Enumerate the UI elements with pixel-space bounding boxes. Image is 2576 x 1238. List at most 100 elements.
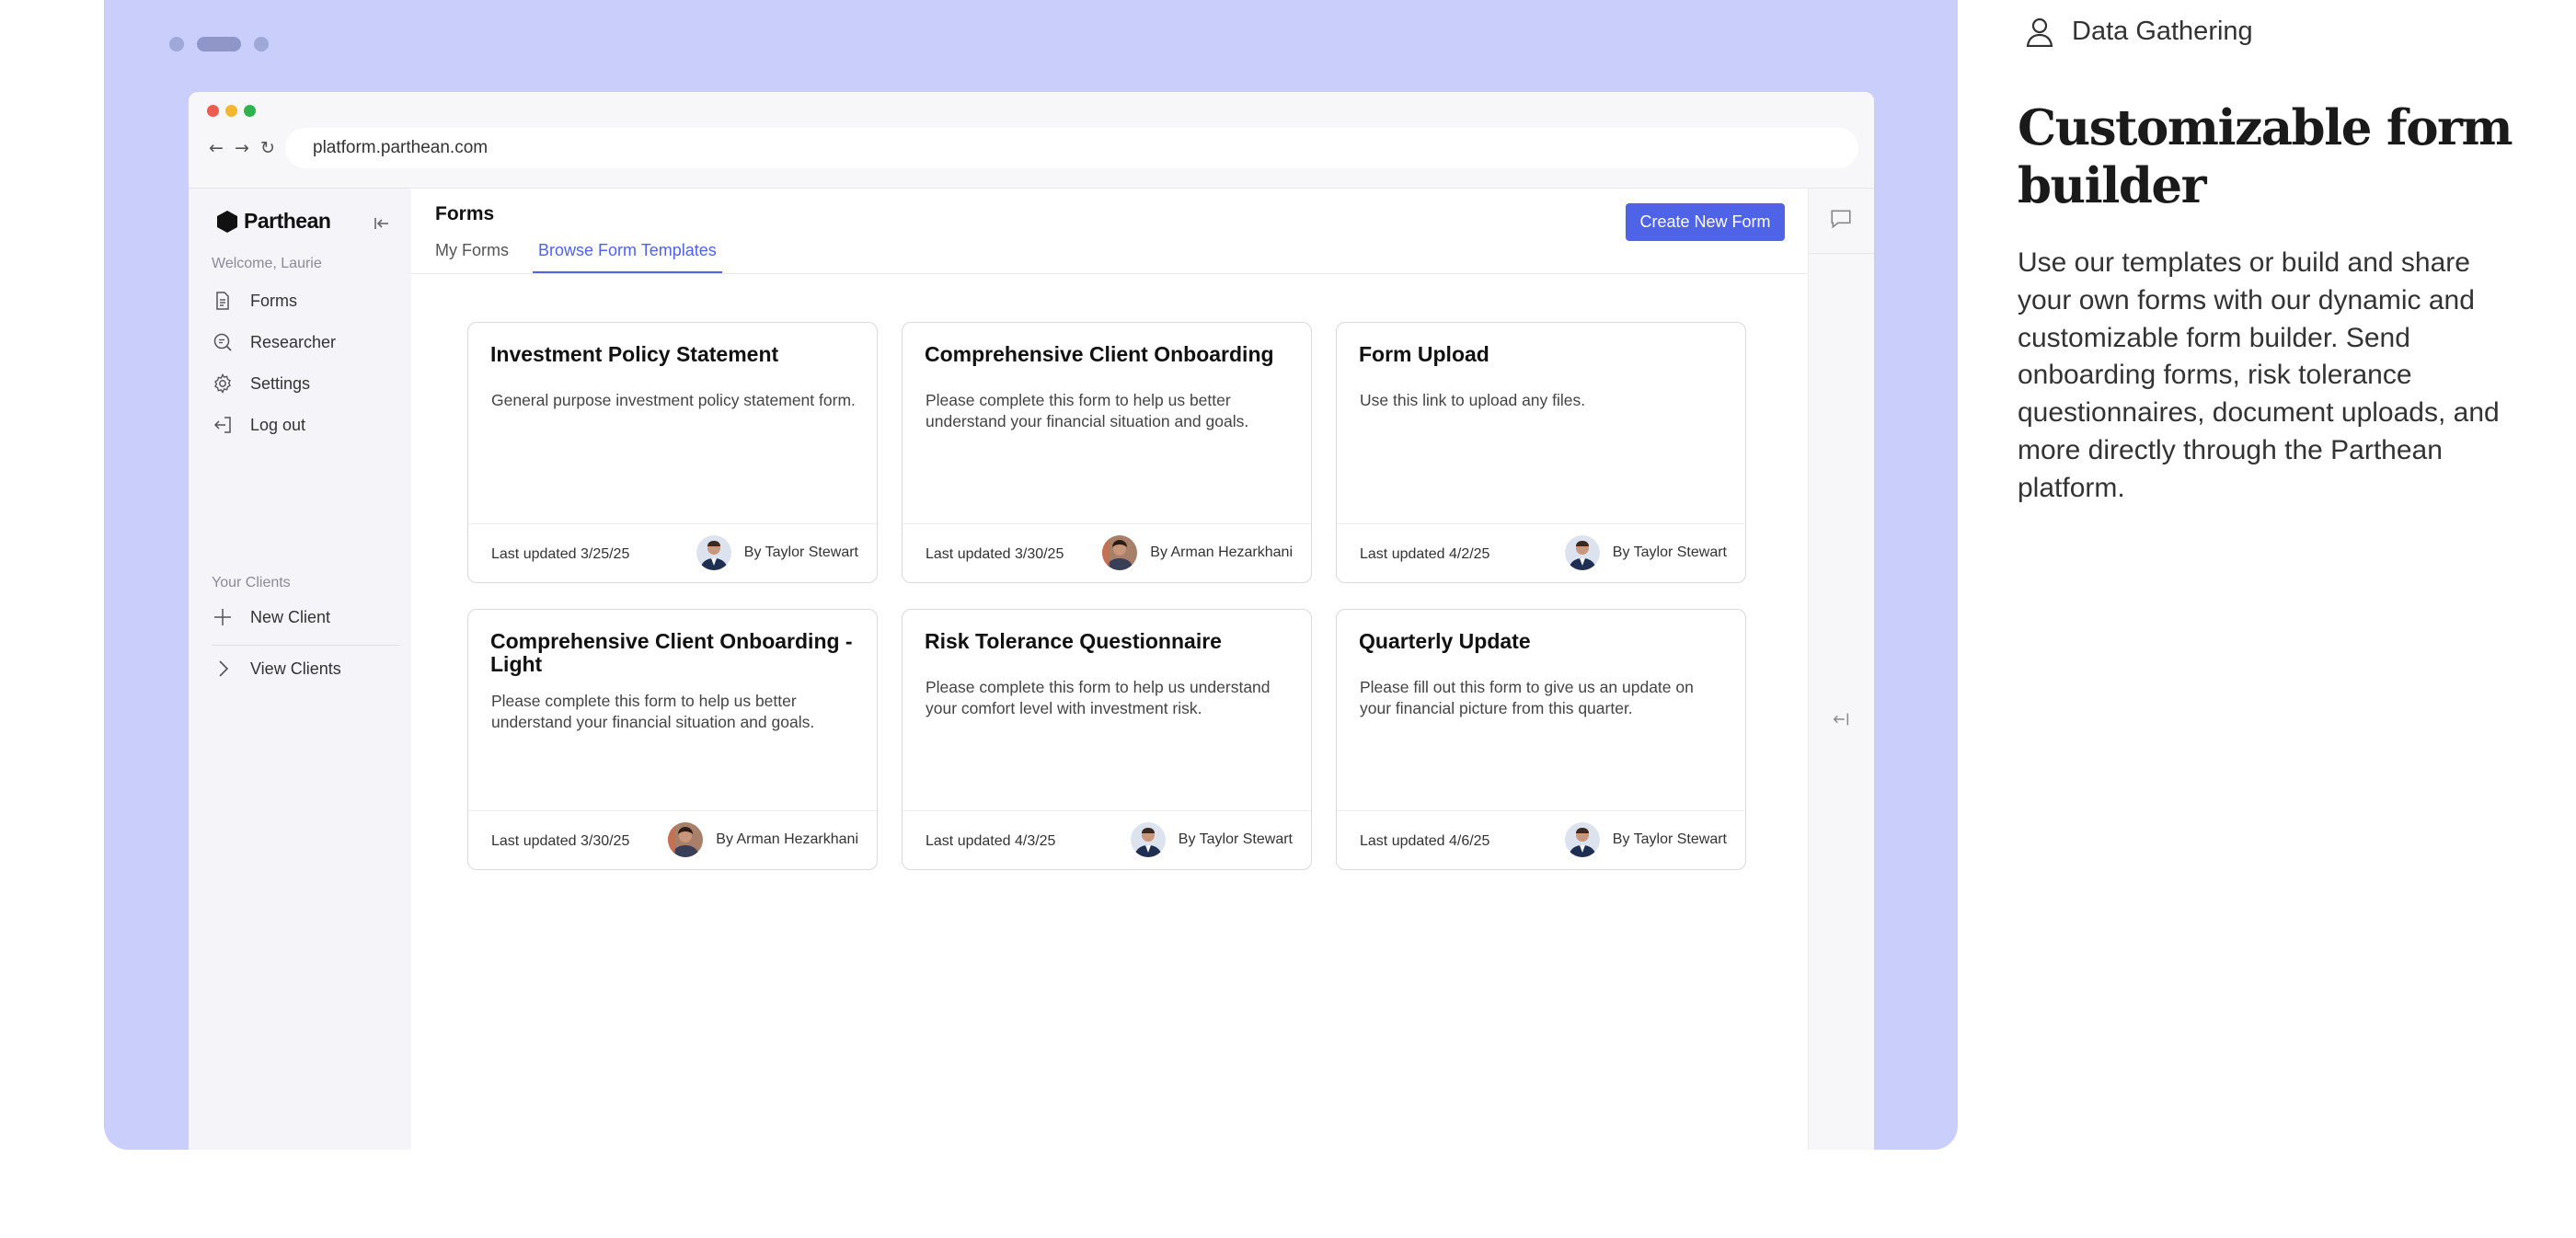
- feature-description: Use our templates or build and share you…: [2018, 247, 2500, 503]
- view-clients-toggle[interactable]: View Clients: [212, 654, 341, 683]
- sidebar-item-settings[interactable]: Settings: [212, 369, 310, 398]
- author-name: By Arman Hezarkhani: [1150, 544, 1293, 560]
- form-template-card[interactable]: Comprehensive Client Onboarding - Light …: [467, 609, 878, 870]
- form-template-card[interactable]: Quarterly Update Please fill out this fo…: [1336, 609, 1746, 870]
- carousel-dot[interactable]: [254, 37, 269, 52]
- last-updated: Last updated 4/2/25: [1360, 546, 1490, 562]
- card-footer: Last updated 4/2/25 By Taylor Stewart: [1337, 523, 1745, 582]
- card-description: Please complete this form to help us bet…: [491, 692, 815, 731]
- author-name: By Arman Hezarkhani: [716, 831, 858, 847]
- create-new-form-button[interactable]: Create New Form: [1626, 203, 1785, 241]
- document-icon: [216, 292, 229, 310]
- minimize-window-button[interactable]: [225, 105, 237, 117]
- sidebar-item-researcher[interactable]: Researcher: [212, 327, 336, 357]
- tab-bar: My Forms Browse Form Templates: [435, 241, 722, 273]
- expand-panel-icon[interactable]: [1831, 709, 1851, 729]
- forward-arrow-icon[interactable]: →: [235, 138, 249, 158]
- divider: [1809, 253, 1874, 254]
- plus-icon: [214, 609, 231, 625]
- hexagon-logo-icon: [217, 210, 237, 233]
- view-clients-label: View Clients: [250, 659, 341, 678]
- form-template-card[interactable]: Risk Tolerance Questionnaire Please comp…: [902, 609, 1312, 870]
- user-icon: [2026, 17, 2053, 47]
- carousel-dot-active[interactable]: [197, 37, 241, 52]
- card-author: By Taylor Stewart: [696, 535, 858, 570]
- card-title: Investment Policy Statement: [490, 342, 779, 366]
- avatar: [1102, 535, 1138, 570]
- author-name: By Taylor Stewart: [1612, 544, 1727, 560]
- new-client-label: New Client: [250, 607, 331, 626]
- main-content: Forms My Forms Browse Form Templates Cre…: [411, 189, 1808, 1150]
- author-name: By Taylor Stewart: [1612, 831, 1727, 847]
- avatar: [696, 535, 731, 570]
- card-title: Comprehensive Client Onboarding - Light: [490, 629, 853, 676]
- avatar: [1130, 822, 1166, 857]
- back-arrow-icon[interactable]: ←: [209, 138, 224, 158]
- welcome-text: Welcome, Laurie: [212, 256, 322, 271]
- card-title: Form Upload: [1359, 342, 1489, 366]
- page-title: Forms: [435, 203, 495, 224]
- last-updated: Last updated 4/3/25: [926, 833, 1056, 849]
- new-client-button[interactable]: New Client: [212, 602, 330, 632]
- card-title: Quarterly Update: [1359, 629, 1531, 653]
- sidebar-item-logout[interactable]: Log out: [212, 410, 305, 440]
- sidebar-item-forms[interactable]: Forms: [212, 286, 297, 315]
- card-description: Please fill out this form to give us an …: [1360, 678, 1694, 717]
- sidebar-item-label: Forms: [250, 291, 297, 310]
- carousel-indicator: [169, 37, 269, 52]
- form-template-card[interactable]: Comprehensive Client Onboarding Please c…: [902, 322, 1312, 583]
- tab-browse-form-templates[interactable]: Browse Form Templates: [533, 241, 722, 273]
- last-updated: Last updated 3/30/25: [926, 546, 1064, 562]
- card-footer: Last updated 3/30/25 By Arman Hezarkhani: [468, 810, 877, 869]
- divider: [411, 273, 1808, 274]
- avatar: [668, 822, 704, 857]
- feature-heading: Customizable form builder: [2018, 99, 2513, 214]
- card-description: Use this link to upload any files.: [1360, 391, 1586, 409]
- last-updated: Last updated 4/6/25: [1360, 833, 1490, 849]
- browser-window: ← → ↻ platform.parthean.com Parthean Wel…: [189, 92, 1874, 1150]
- card-author: By Taylor Stewart: [1564, 822, 1727, 857]
- collapse-sidebar-icon[interactable]: [373, 214, 391, 233]
- eyebrow-label: Data Gathering: [2072, 17, 2253, 46]
- last-updated: Last updated 3/30/25: [491, 833, 630, 849]
- author-name: By Taylor Stewart: [1178, 831, 1293, 847]
- browser-chrome: ← → ↻ platform.parthean.com: [189, 92, 1874, 189]
- divider: [212, 645, 400, 646]
- sidebar: Parthean Welcome, Laurie Forms Researche…: [189, 189, 411, 1150]
- card-author: By Taylor Stewart: [1564, 535, 1727, 570]
- card-author: By Arman Hezarkhani: [1102, 535, 1293, 570]
- avatar: [1564, 822, 1600, 857]
- close-window-button[interactable]: [207, 105, 219, 117]
- card-title: Comprehensive Client Onboarding: [925, 342, 1274, 366]
- window-controls: [207, 105, 256, 117]
- last-updated: Last updated 3/25/25: [491, 546, 630, 562]
- search-document-icon: [213, 333, 232, 351]
- reload-icon[interactable]: ↻: [260, 138, 275, 158]
- card-author: By Arman Hezarkhani: [668, 822, 858, 857]
- avatar: [1564, 535, 1600, 570]
- chevron-right-icon: [219, 660, 229, 677]
- form-template-card[interactable]: Investment Policy Statement General purp…: [467, 322, 878, 583]
- card-description: General purpose investment policy statem…: [491, 391, 856, 409]
- tab-my-forms[interactable]: My Forms: [435, 241, 509, 273]
- card-description: Please complete this form to help us und…: [926, 678, 1271, 717]
- maximize-window-button[interactable]: [244, 105, 256, 117]
- card-author: By Taylor Stewart: [1130, 822, 1293, 857]
- feature-eyebrow: Data Gathering: [2026, 17, 2253, 47]
- gear-icon: [214, 373, 231, 394]
- card-footer: Last updated 3/30/25 By Arman Hezarkhani: [903, 523, 1311, 582]
- right-rail: [1808, 189, 1874, 1150]
- card-title: Risk Tolerance Questionnaire: [925, 629, 1222, 653]
- comment-icon[interactable]: [1829, 207, 1853, 231]
- sidebar-item-label: Researcher: [250, 332, 337, 351]
- carousel-dot[interactable]: [169, 37, 184, 52]
- card-footer: Last updated 4/6/25 By Taylor Stewart: [1337, 810, 1745, 869]
- sidebar-item-label: Log out: [250, 415, 306, 434]
- address-bar[interactable]: platform.parthean.com: [285, 128, 1858, 168]
- url-text: platform.parthean.com: [313, 138, 489, 157]
- sidebar-item-label: Settings: [250, 373, 311, 393]
- brand-logo[interactable]: Parthean: [216, 209, 331, 234]
- card-footer: Last updated 3/25/25 By Taylor Stewart: [468, 523, 877, 582]
- form-template-card[interactable]: Form Upload Use this link to upload any …: [1336, 322, 1746, 583]
- card-description: Please complete this form to help us bet…: [926, 391, 1249, 430]
